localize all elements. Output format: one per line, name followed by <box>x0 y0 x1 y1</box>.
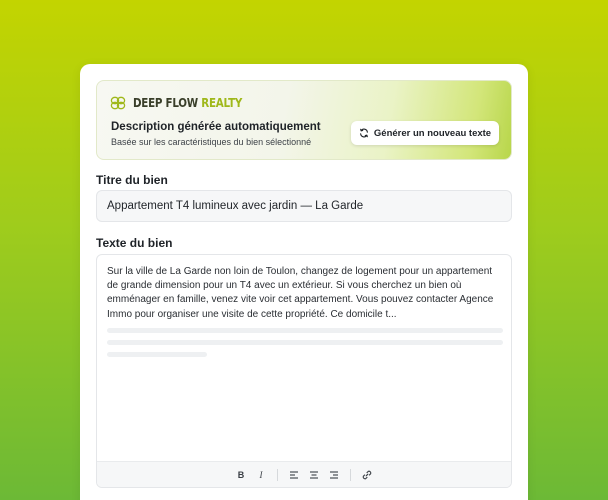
title-input[interactable]: Appartement T4 lumineux avec jardin — La… <box>96 190 512 222</box>
brand-name-accent: REALTY <box>201 96 243 110</box>
brand-logo: DEEP FLOW REALTY <box>109 95 260 111</box>
brand-name: DEEP FLOW REALTY <box>133 96 242 110</box>
toolbar-divider <box>277 468 278 481</box>
bold-icon[interactable]: B <box>233 467 249 483</box>
editor-toolbar: B I <box>97 461 511 487</box>
loading-placeholder-line <box>107 328 503 333</box>
italic-icon[interactable]: I <box>253 467 269 483</box>
ai-banner: DEEP FLOW REALTY Description générée aut… <box>96 80 512 160</box>
loading-placeholder-line <box>107 352 207 357</box>
link-icon[interactable] <box>359 467 375 483</box>
description-card: DEEP FLOW REALTY Description générée aut… <box>80 64 528 500</box>
refresh-icon <box>360 128 368 138</box>
align-center-icon[interactable] <box>306 467 322 483</box>
brand-name-primary: DEEP FLOW <box>133 96 198 110</box>
toolbar-divider <box>350 468 351 481</box>
title-field-label: Titre du bien <box>96 173 168 187</box>
align-right-icon[interactable] <box>326 467 342 483</box>
text-field-label: Texte du bien <box>96 236 173 250</box>
banner-title: Description générée automatiquement <box>111 121 321 133</box>
generate-new-text-button[interactable]: Générer un nouveau texte <box>351 121 499 145</box>
align-left-icon[interactable] <box>286 467 302 483</box>
loading-placeholder-line <box>107 340 503 345</box>
clover-logo-icon <box>110 96 126 110</box>
rich-text-editor[interactable]: Sur la ville de La Garde non loin de Tou… <box>96 254 512 488</box>
banner-subtitle: Basée sur les caractéristiques du bien s… <box>111 137 312 147</box>
generate-button-label: Générer un nouveau texte <box>373 127 492 139</box>
editor-content[interactable]: Sur la ville de La Garde non loin de Tou… <box>107 265 505 322</box>
